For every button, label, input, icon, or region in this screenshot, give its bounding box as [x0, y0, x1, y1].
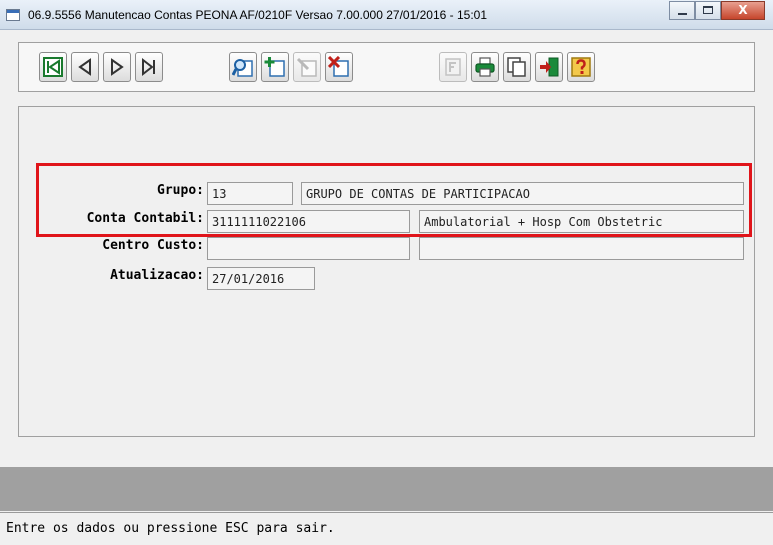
print-button[interactable] — [471, 52, 499, 82]
minimize-button[interactable] — [669, 1, 695, 20]
title-bar: 06.9.5556 Manutencao Contas PEONA AF/021… — [0, 0, 773, 30]
app-icon — [6, 9, 20, 21]
last-record-icon — [142, 57, 155, 77]
grupo-label: Grupo: — [157, 183, 204, 198]
client-area: Grupo: 13 GRUPO DE CONTAS DE PARTICIPACA… — [0, 30, 773, 545]
grupo-description-field[interactable]: GRUPO DE CONTAS DE PARTICIPACAO — [301, 182, 744, 205]
atualizacao-label: Atualizacao: — [110, 268, 204, 283]
toolbar — [18, 42, 755, 92]
form-panel: Grupo: 13 GRUPO DE CONTAS DE PARTICIPACA… — [18, 106, 755, 437]
atualizacao-date-field[interactable]: 27/01/2016 — [207, 267, 315, 290]
delete-record-icon — [328, 56, 349, 77]
message-strip — [0, 467, 773, 511]
filter-button[interactable] — [439, 52, 467, 82]
help-icon — [571, 57, 591, 77]
next-record-icon — [111, 58, 124, 76]
grupo-code-field[interactable]: 13 — [207, 182, 293, 205]
last-record-button[interactable] — [135, 52, 163, 82]
exit-icon — [540, 57, 559, 77]
copy-icon — [507, 57, 526, 77]
search-icon — [232, 59, 253, 77]
add-record-icon — [264, 57, 285, 77]
previous-record-icon — [78, 58, 91, 76]
status-bar: Entre os dados ou pressione ESC para sai… — [0, 512, 773, 545]
conta-contabil-label: Conta Contabil: — [86, 211, 204, 226]
conta-contabil-code-field[interactable]: 3111111022106 — [207, 210, 410, 233]
help-button[interactable] — [567, 52, 595, 82]
edit-record-button[interactable] — [293, 52, 321, 82]
previous-record-button[interactable] — [71, 52, 99, 82]
first-record-icon — [43, 57, 63, 77]
exit-button[interactable] — [535, 52, 563, 82]
delete-record-button[interactable] — [325, 52, 353, 82]
edit-record-icon — [296, 57, 317, 77]
filter-icon — [445, 58, 461, 76]
first-record-button[interactable] — [39, 52, 67, 82]
window-controls: X — [669, 1, 765, 21]
maximize-button[interactable] — [695, 1, 721, 20]
centro-custo-label: Centro Custo: — [102, 238, 204, 253]
print-icon — [475, 57, 495, 77]
centro-custo-code-field[interactable] — [207, 237, 410, 260]
window-title: 06.9.5556 Manutencao Contas PEONA AF/021… — [28, 8, 487, 22]
copy-button[interactable] — [503, 52, 531, 82]
status-message: Entre os dados ou pressione ESC para sai… — [6, 521, 335, 536]
search-button[interactable] — [229, 52, 257, 82]
close-button[interactable]: X — [721, 1, 765, 20]
conta-contabil-description-field[interactable]: Ambulatorial + Hosp Com Obstetric — [419, 210, 744, 233]
close-icon: X — [738, 3, 748, 17]
add-record-button[interactable] — [261, 52, 289, 82]
next-record-button[interactable] — [103, 52, 131, 82]
centro-custo-description-field[interactable] — [419, 237, 744, 260]
